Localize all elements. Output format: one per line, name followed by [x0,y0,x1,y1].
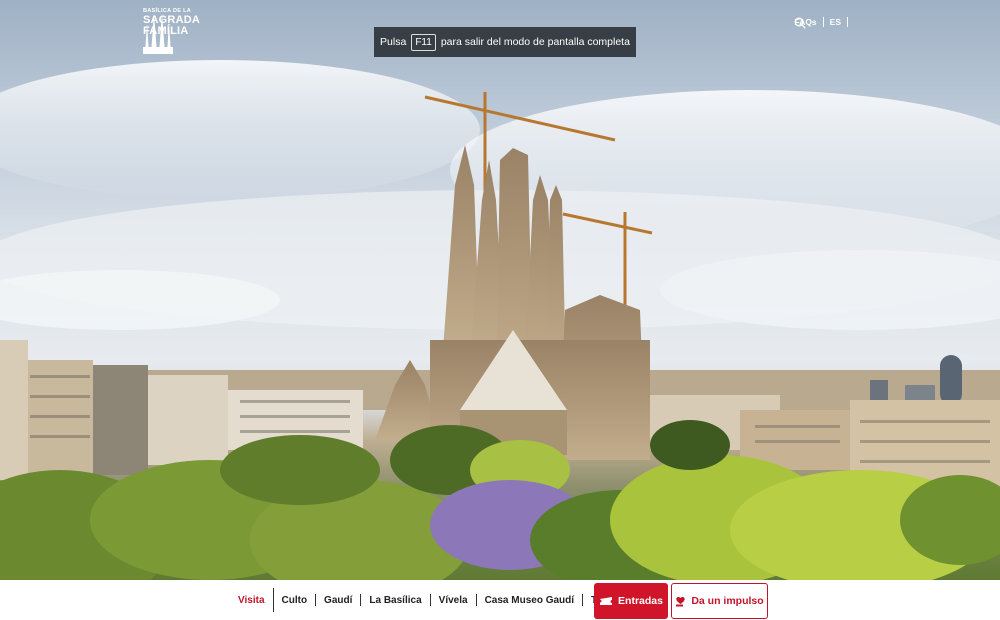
tickets-label: Entradas [618,595,663,607]
main-navigation: Visita Culto Gaudí La Basílica Vívela Ca… [0,580,1000,620]
menu-item-la-basilica[interactable]: La Basílica [361,595,429,606]
f11-key: F11 [411,33,436,51]
menu-item-culto[interactable]: Culto [274,595,316,606]
search-icon[interactable] [794,17,807,29]
divider [847,17,848,27]
menu-item-casa-museo-gaudi[interactable]: Casa Museo Gaudí [477,595,582,606]
main-menu: Visita Culto Gaudí La Basílica Vívela Ca… [230,580,631,620]
tickets-button[interactable]: Entradas [594,583,668,619]
basilica-towers-icon [143,13,173,54]
language-selector[interactable]: ES [830,17,841,27]
divider [822,17,824,27]
donate-button[interactable]: Da un impulso [671,583,768,619]
hero-photo-illustration [0,60,1000,580]
menu-item-gaudi[interactable]: Gaudí [316,595,360,606]
top-utility-nav: FAQs ES [794,17,854,29]
menu-item-visita[interactable]: Visita [230,595,273,606]
hand-heart-icon [676,596,686,606]
menu-item-vivela[interactable]: Vívela [431,595,476,606]
notice-prefix: Pulsa [380,36,407,48]
hero-image: BASÍLICA DE LA SAGRADA FAMÍLIA Pulsa F11… [0,0,1000,580]
donate-label: Da un impulso [691,595,764,607]
notice-suffix: para salir del modo de pantalla completa [440,36,630,48]
ticket-icon [600,597,613,605]
sagrada-familia-logo[interactable]: BASÍLICA DE LA SAGRADA FAMÍLIA [143,8,200,54]
fullscreen-exit-notice: Pulsa F11 para salir del modo de pantall… [374,27,636,57]
